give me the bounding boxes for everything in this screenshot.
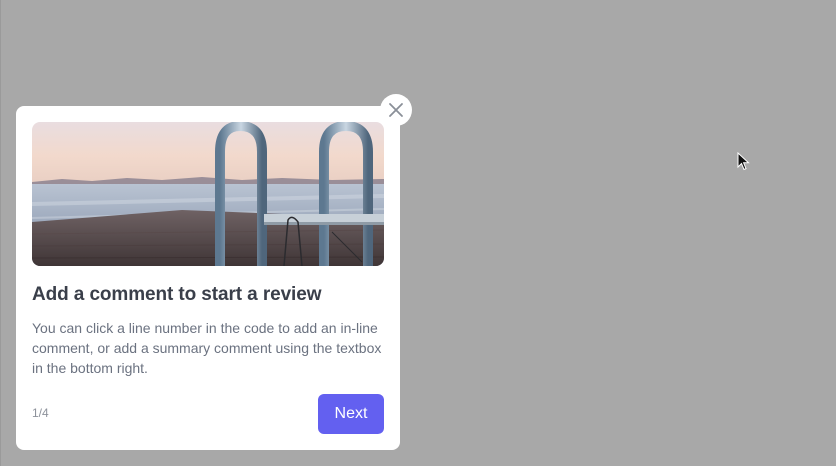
tour-hero-image <box>32 122 384 266</box>
tour-title: Add a comment to start a review <box>32 284 322 305</box>
next-button[interactable]: Next <box>318 394 384 434</box>
mouse-cursor-icon <box>737 151 751 177</box>
tour-description: You can click a line number in the code … <box>32 320 382 376</box>
onboarding-tour-card: Add a comment to start a review You can … <box>16 106 400 450</box>
close-icon <box>389 103 403 117</box>
close-button[interactable] <box>380 94 412 126</box>
backdrop-edge <box>0 0 1 466</box>
step-counter: 1/4 <box>32 406 49 420</box>
